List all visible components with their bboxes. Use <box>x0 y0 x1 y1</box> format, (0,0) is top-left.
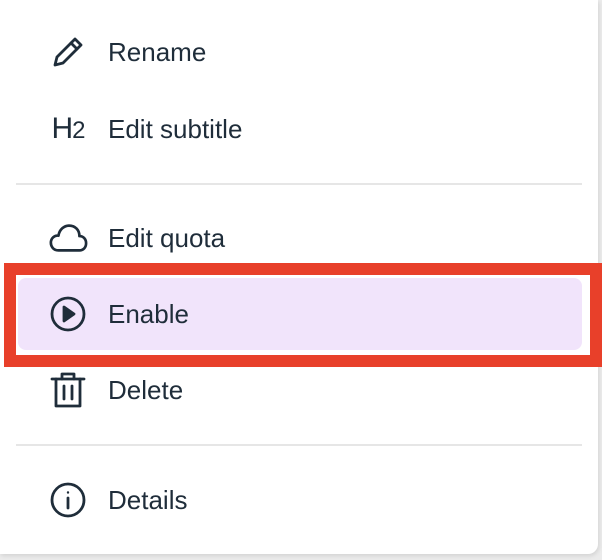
heading-2-glyph: 2 <box>72 117 85 144</box>
menu-divider <box>16 444 582 446</box>
menu-item-label: Edit quota <box>108 223 226 253</box>
heading-h2-icon: H2 <box>48 109 88 149</box>
info-circle-icon <box>48 480 88 520</box>
menu-divider <box>16 183 582 185</box>
heading-h-glyph: H <box>51 112 73 145</box>
menu-item-label: Rename <box>108 37 207 67</box>
menu-item-label: Details <box>108 485 188 515</box>
menu-item-enable[interactable]: Enable <box>18 278 582 350</box>
menu-item-label: Delete <box>108 375 184 405</box>
context-menu: Rename H2 Edit subtitle Edit quota Enabl… <box>0 0 598 554</box>
menu-item-delete[interactable]: Delete <box>18 354 582 426</box>
pencil-icon <box>48 32 88 72</box>
menu-item-rename[interactable]: Rename <box>18 16 582 88</box>
trash-icon <box>48 370 88 410</box>
menu-item-label: Enable <box>108 299 189 329</box>
menu-item-edit-subtitle[interactable]: H2 Edit subtitle <box>18 93 582 165</box>
menu-item-label: Edit subtitle <box>108 114 243 144</box>
menu-item-details[interactable]: Details <box>18 464 582 536</box>
play-circle-icon <box>48 294 88 334</box>
cloud-icon <box>48 218 88 258</box>
menu-item-edit-quota[interactable]: Edit quota <box>18 202 582 274</box>
